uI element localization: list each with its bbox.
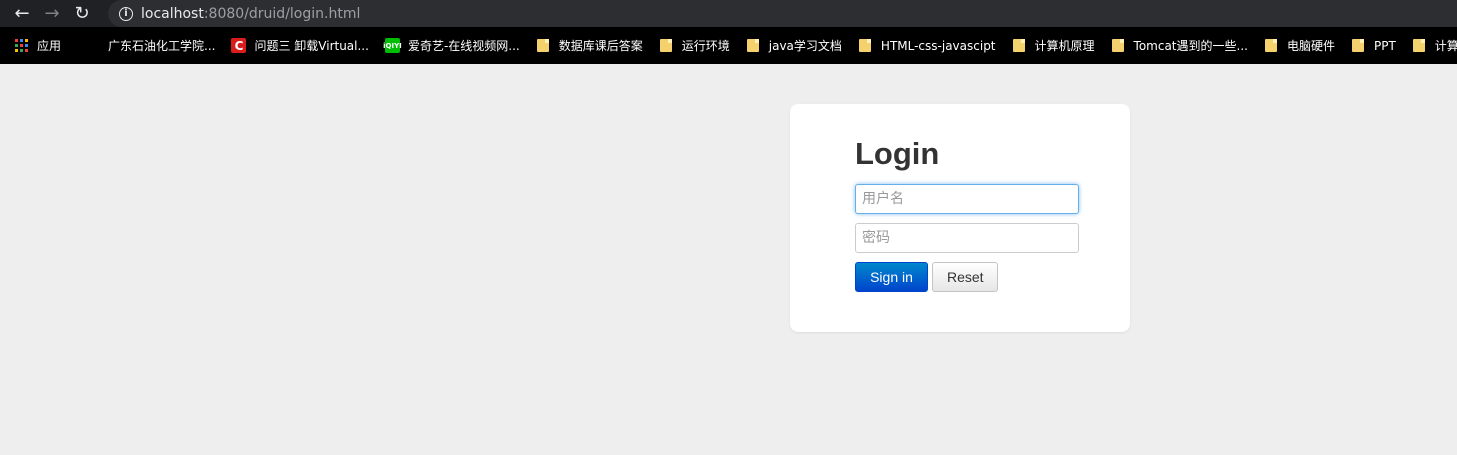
bookmark-label: Tomcat遇到的一些... (1133, 39, 1248, 53)
bookmark-label: HTML-css-javascipt (880, 38, 996, 53)
bookmark-folder-env[interactable]: 运行环境 (651, 27, 738, 64)
bookmark-virtual[interactable]: C 问题三 卸载Virtual... (223, 27, 376, 64)
back-arrow-icon[interactable]: ← (7, 0, 37, 27)
bookmarks-bar: 应用 广东石油化工学院... C 问题三 卸载Virtual... iQIYI … (0, 27, 1457, 64)
iqiyi-icon: iQIYI (383, 38, 402, 53)
folder-icon (536, 38, 551, 53)
folder-icon (659, 38, 674, 53)
reload-icon[interactable]: ↻ (67, 0, 97, 27)
blank-favicon (85, 38, 100, 53)
bookmark-label: 计算机原理 (1034, 39, 1095, 53)
bookmark-label: 应用 (37, 39, 62, 53)
bookmark-iqiyi[interactable]: iQIYI 爱奇艺-在线视频网... (377, 27, 528, 64)
bookmark-label: 问题三 卸载Virtual... (254, 39, 369, 53)
bookmark-label: 广东石油化工学院... (108, 39, 216, 53)
info-icon[interactable]: i (119, 6, 133, 21)
url-path: :8080/druid/login.html (203, 5, 361, 22)
bookmark-folder-java[interactable]: java学习文档 (738, 27, 850, 64)
login-title: Login (855, 136, 940, 171)
browser-toolbar: ← → ↻ i localhost:8080/druid/login.html (0, 0, 1457, 27)
bookmark-folder-tomcat[interactable]: Tomcat遇到的一些... (1103, 27, 1256, 64)
folder-icon (1012, 38, 1027, 53)
sign-in-button[interactable]: Sign in (855, 262, 928, 292)
apps-grid-icon (14, 38, 29, 53)
bookmark-folder-hardware[interactable]: 电脑硬件 (1256, 27, 1343, 64)
password-input[interactable] (855, 223, 1079, 253)
bookmark-label: PPT (1373, 38, 1396, 53)
login-card: Login Sign in Reset (790, 104, 1130, 332)
bookmark-label: 计算 (1434, 39, 1457, 53)
bookmark-label: 运行环境 (681, 39, 730, 53)
folder-icon (1111, 38, 1126, 53)
bookmark-label: java学习文档 (768, 39, 842, 53)
bookmark-folder-html[interactable]: HTML-css-javascipt (850, 27, 1004, 64)
forward-arrow-icon[interactable]: → (37, 0, 67, 27)
username-input[interactable] (855, 184, 1079, 214)
folder-icon (1264, 38, 1279, 53)
url-text[interactable]: localhost:8080/druid/login.html (141, 6, 360, 22)
folder-icon (1351, 38, 1366, 53)
bookmark-apps[interactable]: 应用 (0, 27, 69, 64)
bookmark-gdupt[interactable]: 广东石油化工学院... (69, 27, 223, 64)
csdn-c-icon: C (231, 38, 247, 53)
bookmark-label: 数据库课后答案 (558, 39, 643, 53)
bookmark-folder-ppt[interactable]: PPT (1343, 27, 1404, 64)
bookmark-folder-computer[interactable]: 计算机原理 (1004, 27, 1103, 64)
address-bar[interactable]: i localhost:8080/druid/login.html (108, 0, 1457, 27)
reset-button[interactable]: Reset (932, 262, 998, 292)
folder-icon (746, 38, 761, 53)
bookmark-label: 电脑硬件 (1286, 39, 1335, 53)
url-host: localhost (141, 5, 204, 22)
bookmark-label: 爱奇艺-在线视频网... (407, 39, 520, 53)
bookmark-folder-calc[interactable]: 计算 (1404, 27, 1457, 64)
folder-icon (858, 38, 873, 53)
bookmark-folder-database[interactable]: 数据库课后答案 (528, 27, 651, 64)
folder-icon (1412, 38, 1427, 53)
